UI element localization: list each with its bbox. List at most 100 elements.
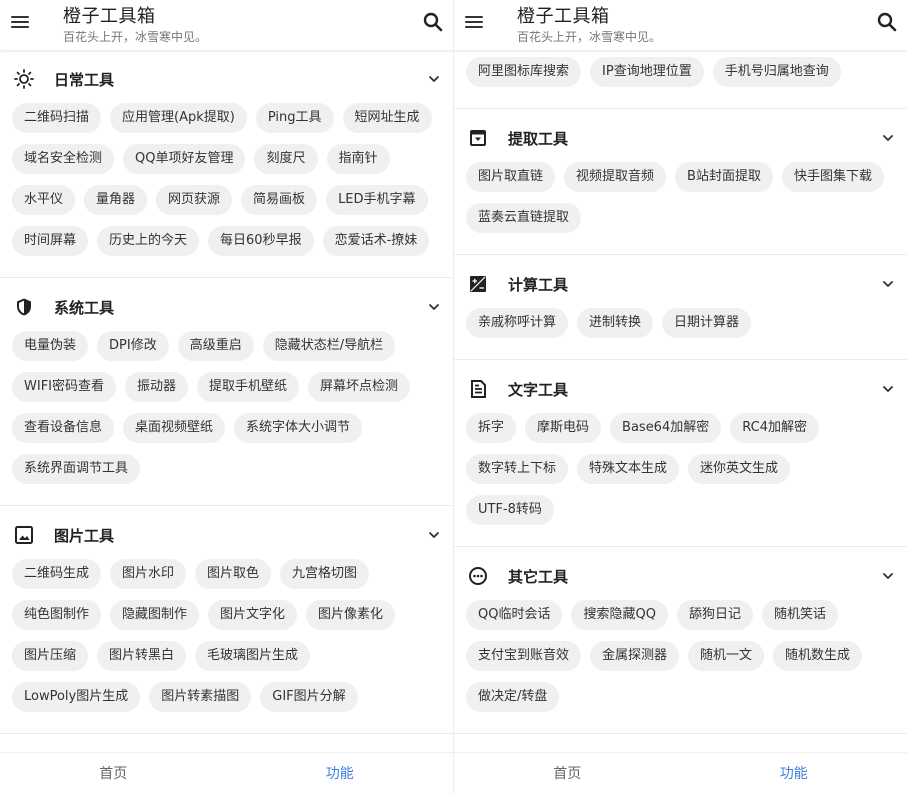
tool-chip[interactable]: UTF-8转码 [466, 495, 554, 525]
nav-home[interactable]: 首页 [0, 753, 227, 794]
tool-chip[interactable]: 日期计算器 [662, 308, 752, 338]
tool-chip[interactable]: 提取手机壁纸 [197, 372, 300, 402]
tool-chip[interactable]: 查看设备信息 [12, 413, 115, 443]
tool-chip[interactable]: 视频提取音频 [564, 162, 667, 192]
tool-chip[interactable]: LowPoly图片生成 [12, 682, 141, 712]
section-header[interactable]: 图片工具 [0, 517, 453, 553]
tool-chip[interactable]: RC4加解密 [730, 413, 819, 443]
tool-chip[interactable]: 量角器 [84, 185, 148, 215]
section-title: 系统工具 [54, 299, 115, 317]
tool-chip[interactable]: 时间屏幕 [12, 226, 89, 256]
chevron-down-icon[interactable] [881, 568, 895, 582]
tool-chip[interactable]: GIF图片分解 [260, 682, 358, 712]
tool-chip[interactable]: 指南针 [326, 144, 390, 174]
tool-chip[interactable]: 隐藏图制作 [110, 600, 200, 630]
nav-features[interactable]: 功能 [681, 753, 907, 794]
tool-chip[interactable]: IP查询地理位置 [590, 57, 704, 87]
tool-chip[interactable]: 系统界面调节工具 [12, 454, 141, 484]
tool-chip[interactable]: 二维码扫描 [12, 103, 102, 133]
section-header[interactable]: 系统工具 [0, 289, 453, 325]
section-header[interactable]: 计算工具 [454, 266, 907, 302]
tool-chip-list: QQ临时会话 搜索隐藏QQ 舔狗日记 随机笑话支付宝到账音效 金属探测器 随机一文 随机数生… [454, 594, 907, 723]
search-icon[interactable] [875, 10, 899, 34]
tool-chip[interactable]: 数字转上下标 [466, 454, 569, 484]
tool-chip[interactable]: 图片取直链 [466, 162, 556, 192]
tool-chip[interactable]: 金属探测器 [590, 641, 680, 671]
tool-chip[interactable]: 振动器 [125, 372, 189, 402]
tool-list[interactable]: 查询工具阿里图标库搜索 IP查询地理位置手机号归属地查询提取工具图片取直链视频提取… [454, 50, 907, 752]
tool-chip[interactable]: 九宫格切图 [280, 559, 370, 589]
tool-chip[interactable]: 图片像素化 [306, 600, 396, 630]
tool-chip[interactable]: 图片转黑白 [97, 641, 187, 671]
tool-chip[interactable]: 系统字体大小调节 [234, 413, 363, 443]
tool-chip[interactable]: 蓝奏云直链提取 [466, 203, 582, 233]
tool-chip[interactable]: 简易画板 [241, 185, 318, 215]
tool-chip[interactable]: 图片水印 [110, 559, 187, 589]
tool-chip[interactable]: Base64加解密 [610, 413, 722, 443]
chevron-down-icon[interactable] [427, 527, 441, 541]
tool-chip[interactable]: 纯色图制作 [12, 600, 102, 630]
tool-chip[interactable]: 桌面视频壁纸 [123, 413, 226, 443]
chevron-down-icon[interactable] [881, 276, 895, 290]
tool-chip[interactable]: 特殊文本生成 [577, 454, 680, 484]
tool-chip[interactable]: 随机笑话 [761, 600, 838, 630]
nav-home[interactable]: 首页 [454, 753, 681, 794]
chevron-down-icon[interactable] [427, 71, 441, 85]
tool-chip[interactable]: 毛玻璃图片生成 [195, 641, 311, 671]
tool-chip[interactable]: 做决定/转盘 [466, 682, 560, 712]
screen-right: 橙子工具箱 百花头上开，冰雪寒中见。 查询工具阿里图标库搜索 IP查询地理位置手机… [454, 0, 907, 794]
tool-chip[interactable]: 域名安全检测 [12, 144, 115, 174]
tool-chip[interactable]: 历史上的今天 [97, 226, 200, 256]
tool-chip[interactable]: WIFI密码查看 [12, 372, 116, 402]
tool-chip[interactable]: DPI修改 [97, 331, 169, 361]
tool-chip[interactable]: 迷你英文生成 [688, 454, 791, 484]
tool-chip[interactable]: 舔狗日记 [676, 600, 753, 630]
tool-chip[interactable]: 随机一文 [688, 641, 765, 671]
chevron-down-icon[interactable] [881, 130, 895, 144]
tool-chip[interactable]: 二维码生成 [12, 559, 102, 589]
tool-chip[interactable]: 亲戚称呼计算 [466, 308, 569, 338]
tool-chip[interactable]: 每日60秒早报 [208, 226, 314, 256]
tool-chip[interactable]: 恋爱话术-撩妹 [322, 226, 430, 256]
chevron-down-icon[interactable] [881, 381, 895, 395]
tool-chip[interactable]: 搜索隐藏QQ [571, 600, 668, 630]
tool-chip[interactable]: 拆字 [466, 413, 517, 443]
tool-chip[interactable]: 进制转换 [577, 308, 654, 338]
section-header[interactable]: 日常工具 [0, 61, 453, 97]
section-header[interactable]: 其它工具 [454, 558, 907, 594]
tool-chip[interactable]: 短网址生成 [342, 103, 432, 133]
tool-chip[interactable]: 摩斯电码 [525, 413, 602, 443]
tool-chip[interactable]: 随机数生成 [773, 641, 863, 671]
tool-chip[interactable]: 图片压缩 [12, 641, 89, 671]
tool-chip[interactable]: LED手机字幕 [326, 185, 428, 215]
tool-chip[interactable]: Ping工具 [255, 103, 334, 133]
menu-icon[interactable] [10, 12, 32, 34]
tool-chip[interactable]: 屏幕坏点检测 [308, 372, 411, 402]
nav-features[interactable]: 功能 [227, 753, 454, 794]
tool-list[interactable]: 日常工具二维码扫描 应用管理(Apk提取) Ping工具 短网址生成域名安全检测 QQ单… [0, 50, 453, 752]
chevron-down-icon[interactable] [427, 299, 441, 313]
tool-chip[interactable]: 水平仪 [12, 185, 76, 215]
tool-chip[interactable]: 快手图集下载 [781, 162, 884, 192]
section-header[interactable]: 文字工具 [454, 371, 907, 407]
tool-chip[interactable]: 网页获源 [156, 185, 233, 215]
section-header[interactable]: 查询工具 [454, 50, 907, 51]
search-icon[interactable] [421, 10, 445, 34]
tool-chip[interactable]: 手机号归属地查询 [712, 57, 841, 87]
tool-chip[interactable]: 阿里图标库搜索 [466, 57, 582, 87]
menu-icon[interactable] [464, 12, 486, 34]
section-header[interactable]: 提取工具 [454, 120, 907, 156]
tool-chip[interactable]: B站封面提取 [675, 162, 773, 192]
tool-chip[interactable]: QQ临时会话 [466, 600, 563, 630]
tool-chip[interactable]: 隐藏状态栏/导航栏 [262, 331, 396, 361]
tool-chip[interactable]: QQ单项好友管理 [123, 144, 246, 174]
tool-chip[interactable]: 电量伪装 [12, 331, 89, 361]
tool-chip[interactable]: 应用管理(Apk提取) [110, 103, 247, 133]
tool-chip[interactable]: 刻度尺 [254, 144, 318, 174]
document-icon [468, 379, 488, 399]
tool-chip[interactable]: 图片取色 [195, 559, 272, 589]
tool-chip[interactable]: 图片转素描图 [149, 682, 252, 712]
tool-chip[interactable]: 高级重启 [177, 331, 254, 361]
tool-chip[interactable]: 支付宝到账音效 [466, 641, 582, 671]
tool-chip[interactable]: 图片文字化 [208, 600, 298, 630]
